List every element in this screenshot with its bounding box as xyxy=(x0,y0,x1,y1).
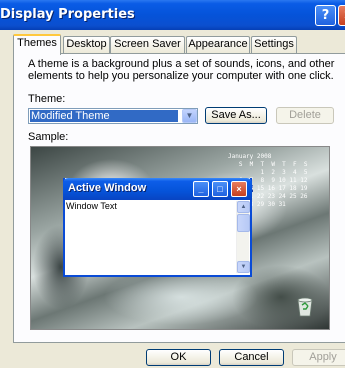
scroll-up-icon: ▲ xyxy=(237,201,250,213)
recycle-bin-icon xyxy=(297,297,313,317)
title-bar[interactable]: Display Properties ? × xyxy=(0,0,345,30)
preview-scrollbar: ▲ ▼ xyxy=(236,201,250,273)
theme-label: Theme: xyxy=(28,93,66,105)
tab-themes[interactable]: Themes xyxy=(13,34,61,55)
scroll-down-icon: ▼ xyxy=(237,261,250,273)
theme-select[interactable]: Modified Theme ▼ xyxy=(28,108,198,124)
tab-screen-saver[interactable]: Screen Saver xyxy=(110,36,185,53)
chevron-down-icon[interactable]: ▼ xyxy=(182,109,197,123)
active-window-body: Window Text ▲ ▼ xyxy=(65,200,250,275)
window-text: Window Text xyxy=(66,201,117,211)
tab-settings[interactable]: Settings xyxy=(251,36,297,53)
maximize-icon: □ xyxy=(212,181,228,197)
ok-button[interactable]: OK xyxy=(146,349,211,366)
tab-desktop[interactable]: Desktop xyxy=(63,36,110,53)
active-window-preview: Active Window _ □ × Window Text ▲ ▼ xyxy=(63,178,252,277)
help-button[interactable]: ? xyxy=(315,5,336,26)
save-as-button[interactable]: Save As... xyxy=(205,107,267,124)
scroll-thumb xyxy=(237,214,250,232)
close-button[interactable]: × xyxy=(338,5,345,26)
active-window-title: Active Window xyxy=(68,182,147,194)
active-window-titlebar: Active Window _ □ × xyxy=(63,178,252,200)
minimize-icon: _ xyxy=(193,181,209,197)
themes-description: A theme is a background plus a set of so… xyxy=(28,58,335,82)
apply-button[interactable]: Apply xyxy=(292,349,345,366)
delete-button[interactable]: Delete xyxy=(276,107,334,124)
tab-appearance[interactable]: Appearance xyxy=(186,36,250,53)
close-icon: × xyxy=(231,181,247,197)
calendar-header: January 2008 xyxy=(228,153,272,160)
theme-select-value: Modified Theme xyxy=(30,110,178,122)
window-title: Display Properties xyxy=(0,7,135,22)
cancel-button[interactable]: Cancel xyxy=(219,349,284,366)
sample-preview: January 2008 S M T W T F S 1 2 3 4 5 6 7… xyxy=(30,146,330,330)
sample-label: Sample: xyxy=(28,131,69,143)
